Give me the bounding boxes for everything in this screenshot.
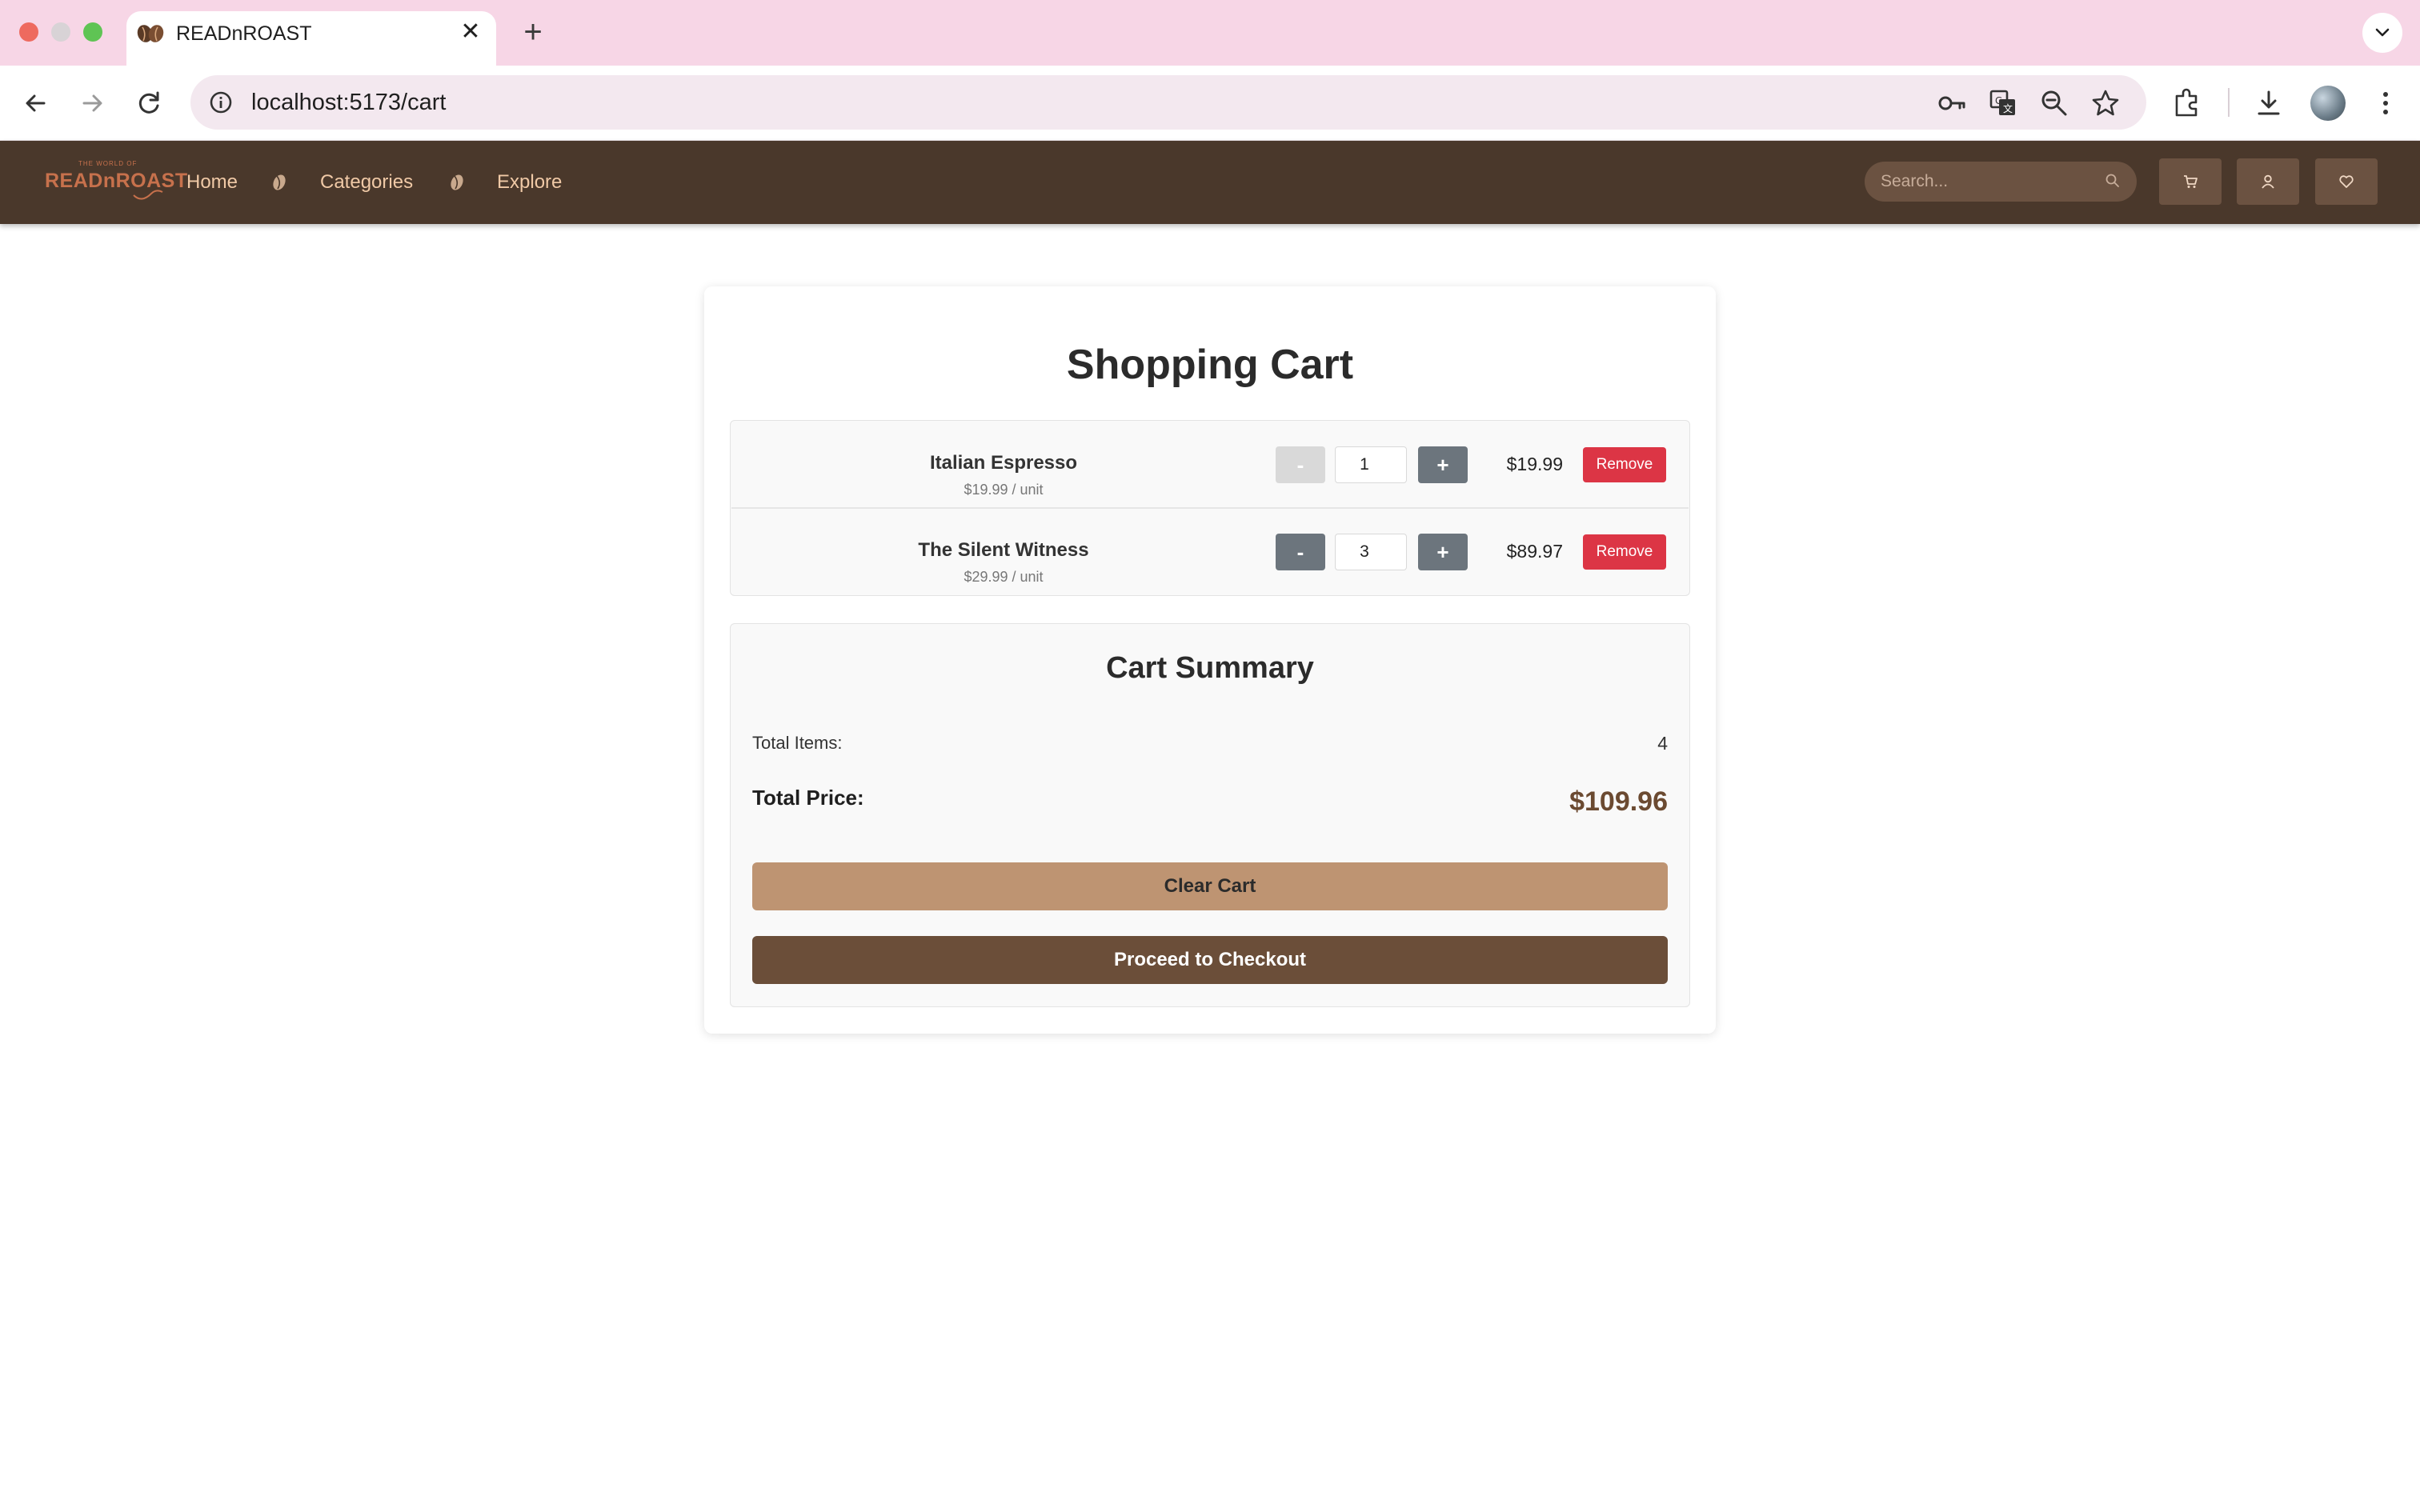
reload-icon[interactable] xyxy=(130,83,170,123)
logo-wordmark: READnROAST xyxy=(45,170,188,192)
user-icon xyxy=(2262,174,2274,189)
nav-categories-link[interactable]: Categories xyxy=(320,170,413,195)
logo-tagline: THE WORLD OF xyxy=(78,160,138,167)
window-zoom-button[interactable] xyxy=(83,22,102,42)
total-price-label: Total Price: xyxy=(752,786,864,810)
site-info-icon[interactable] xyxy=(206,88,235,117)
translate-icon[interactable]: G文 xyxy=(1985,85,2021,122)
increase-quantity-button[interactable]: + xyxy=(1418,534,1468,570)
clear-cart-button[interactable]: Clear Cart xyxy=(752,862,1668,910)
url-text[interactable]: localhost:5173/cart xyxy=(251,88,446,117)
logo-swirl-icon xyxy=(133,190,163,200)
quantity-input[interactable] xyxy=(1335,534,1407,570)
cart-item-row: The Silent Witness $29.99 / unit - + $89… xyxy=(731,508,1689,594)
nav-home-link[interactable]: Home xyxy=(186,170,238,195)
decrease-quantity-button[interactable]: - xyxy=(1276,534,1325,570)
checkout-button[interactable]: Proceed to Checkout xyxy=(752,936,1668,984)
nav-explore-link[interactable]: Explore xyxy=(497,170,562,195)
increase-quantity-button[interactable]: + xyxy=(1418,446,1468,483)
download-icon[interactable] xyxy=(2250,85,2287,122)
address-bar[interactable] xyxy=(190,75,2146,130)
svg-text:文: 文 xyxy=(2003,102,2013,114)
bookmark-star-icon[interactable] xyxy=(2087,85,2124,122)
zoom-icon[interactable] xyxy=(2036,85,2073,122)
extensions-icon[interactable] xyxy=(2169,85,2206,122)
more-menu-icon[interactable] xyxy=(2367,85,2404,122)
heart-icon xyxy=(2339,175,2354,188)
coffee-bean-divider-icon xyxy=(451,174,463,190)
tab-search-button[interactable] xyxy=(2362,13,2402,53)
window-close-button[interactable] xyxy=(19,22,38,42)
cart-item-row: Italian Espresso $19.99 / unit - + $19.9… xyxy=(731,421,1689,507)
item-total-price: $19.99 xyxy=(1506,454,1563,474)
svg-text:G: G xyxy=(1995,95,2002,106)
tab-close-icon[interactable]: ✕ xyxy=(458,19,483,45)
total-items-label: Total Items: xyxy=(752,733,843,753)
window-minimize-button[interactable] xyxy=(51,22,70,42)
item-total-price: $89.97 xyxy=(1506,541,1563,562)
forward-icon[interactable] xyxy=(72,83,112,123)
total-items-value: 4 xyxy=(1657,733,1668,754)
item-unit-price: $29.99 / unit xyxy=(964,569,1044,585)
remove-item-button[interactable]: Remove xyxy=(1583,534,1666,570)
account-button[interactable] xyxy=(2237,158,2299,205)
cart-icon xyxy=(2184,175,2198,188)
item-name: The Silent Witness xyxy=(918,539,1089,561)
total-price-value: $109.96 xyxy=(1569,786,1668,817)
summary-title: Cart Summary xyxy=(1106,651,1314,685)
wishlist-button[interactable] xyxy=(2315,158,2378,205)
cart-button[interactable] xyxy=(2159,158,2222,205)
coffee-bean-divider-icon xyxy=(273,174,286,190)
decrease-quantity-button[interactable]: - xyxy=(1276,446,1325,483)
password-key-icon[interactable] xyxy=(1933,85,1970,122)
toolbar-separator xyxy=(2228,88,2230,117)
chevron-down-icon xyxy=(2375,28,2390,37)
profile-avatar[interactable] xyxy=(2310,86,2346,121)
search-icon[interactable] xyxy=(2103,171,2122,190)
search-input[interactable] xyxy=(1881,166,2097,197)
back-icon[interactable] xyxy=(16,83,56,123)
page-title: Shopping Cart xyxy=(1066,342,1354,388)
item-name: Italian Espresso xyxy=(929,452,1078,474)
tab-title: READnROAST xyxy=(176,22,312,45)
coffee-bean-favicon-icon xyxy=(137,25,164,42)
item-unit-price: $19.99 / unit xyxy=(964,482,1044,498)
remove-item-button[interactable]: Remove xyxy=(1583,447,1666,482)
new-tab-icon[interactable]: + xyxy=(515,14,551,50)
quantity-input[interactable] xyxy=(1335,446,1407,483)
